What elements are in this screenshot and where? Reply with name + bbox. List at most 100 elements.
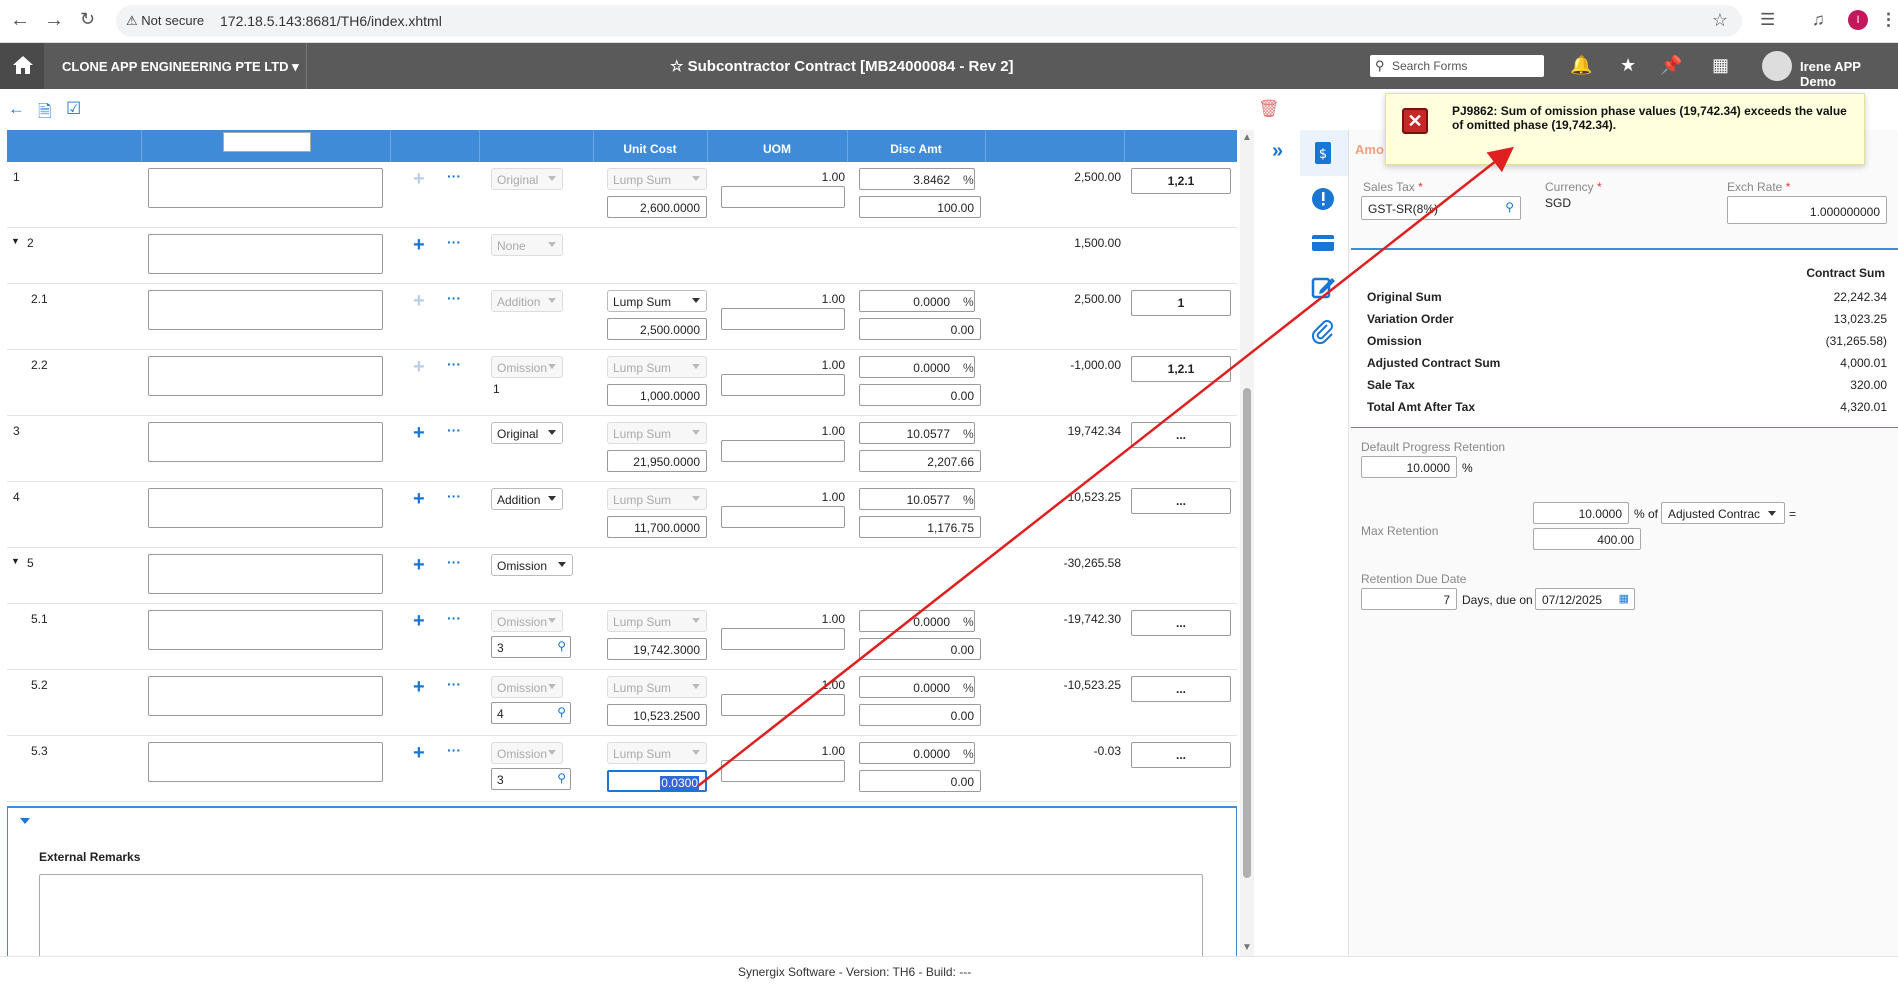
disc-pct-input[interactable]: 10.0577	[859, 422, 975, 444]
unit-cost-input[interactable]: 2,500.0000	[607, 318, 707, 340]
group-toggle-icon[interactable]: ▼	[11, 236, 20, 246]
media-icon[interactable]: ♫	[1812, 10, 1825, 30]
disc-amt-input[interactable]: 1,176.75	[859, 516, 981, 538]
disc-pct-input[interactable]: 0.0000	[859, 676, 975, 698]
col-disc-amt[interactable]: Disc Amt	[847, 142, 985, 156]
back-arrow-icon[interactable]: ←	[8, 99, 25, 119]
cost-type-select[interactable]: Lump Sum	[607, 290, 707, 312]
user-avatar[interactable]	[1762, 51, 1792, 81]
bell-icon[interactable]: 🔔	[1570, 55, 1592, 76]
phase-type-select[interactable]: Addition	[491, 290, 563, 312]
phase-ref-input[interactable]: 3 ⚲	[491, 636, 571, 658]
disc-pct-input[interactable]: 3.8462	[859, 168, 975, 190]
description-input[interactable]	[148, 168, 383, 208]
external-remarks-textarea[interactable]	[39, 874, 1203, 964]
scroll-thumb[interactable]	[1243, 388, 1251, 878]
phase-type-select[interactable]: Omission	[491, 356, 563, 378]
expand-panel-icon[interactable]: »	[1272, 140, 1283, 163]
phase-type-select[interactable]: Omission	[491, 554, 573, 576]
reference-button[interactable]: ...	[1131, 610, 1231, 636]
add-sub-item-icon[interactable]: +	[413, 488, 425, 511]
attachment-icon[interactable]	[1310, 318, 1336, 344]
bookmark-star-icon[interactable]: ☆	[1712, 10, 1728, 31]
delete-icon[interactable]: 🗑	[1258, 99, 1280, 119]
disc-pct-input[interactable]: 0.0000	[859, 356, 975, 378]
user-name[interactable]: Irene APP Demo	[1800, 59, 1898, 89]
pin-icon[interactable]: 📌	[1660, 55, 1682, 76]
max-retention-basis-select[interactable]: Adjusted Contrac	[1661, 502, 1785, 524]
description-input[interactable]	[148, 554, 383, 594]
description-input[interactable]	[148, 488, 383, 528]
more-options-icon[interactable]: ···	[447, 168, 461, 184]
description-input[interactable]	[148, 356, 383, 396]
search-forms-input[interactable]: ⚲ Search Forms	[1370, 55, 1544, 77]
uom-input[interactable]	[721, 506, 845, 528]
collapse-toggle-icon[interactable]	[20, 818, 30, 824]
edit-icon[interactable]	[1310, 274, 1336, 300]
more-options-icon[interactable]: ···	[447, 610, 461, 626]
reference-button[interactable]: ...	[1131, 488, 1231, 514]
alert-icon[interactable]	[1310, 186, 1336, 212]
add-sub-item-icon[interactable]: +	[413, 742, 425, 765]
add-sub-item-icon[interactable]: +	[413, 290, 425, 313]
reference-button[interactable]: 1,2.1	[1131, 356, 1231, 382]
cost-type-select[interactable]: Lump Sum	[607, 610, 707, 632]
disc-amt-input[interactable]: 100.00	[859, 196, 981, 218]
description-input[interactable]	[148, 676, 383, 716]
disc-pct-input[interactable]: 0.0000	[859, 290, 975, 312]
phase-type-select[interactable]: Original	[491, 168, 563, 190]
add-sub-item-icon[interactable]: +	[413, 234, 425, 257]
more-options-icon[interactable]: ···	[447, 422, 461, 438]
reference-button[interactable]: 1	[1131, 290, 1231, 316]
reference-button[interactable]: 1,2.1	[1131, 168, 1231, 194]
phase-type-select[interactable]: Original	[491, 422, 563, 444]
disc-amt-input[interactable]: 0.00	[859, 704, 981, 726]
reference-button[interactable]: ...	[1131, 676, 1231, 702]
phase-type-select[interactable]: Omission	[491, 610, 563, 632]
scroll-up-icon[interactable]: ▲	[1242, 132, 1252, 143]
uom-input[interactable]	[721, 694, 845, 716]
exch-rate-input[interactable]: 1.000000000	[1727, 196, 1887, 224]
add-sub-item-icon[interactable]: +	[413, 676, 425, 699]
menu-icon[interactable]: ⋮	[1880, 10, 1897, 30]
group-toggle-icon[interactable]: ▼	[11, 556, 20, 566]
more-options-icon[interactable]: ···	[447, 488, 461, 504]
more-options-icon[interactable]: ···	[447, 234, 461, 250]
more-options-icon[interactable]: ···	[447, 290, 461, 306]
unit-cost-input[interactable]: 2,600.0000	[607, 196, 707, 218]
phase-type-select[interactable]: Omission	[491, 742, 563, 764]
phase-type-select[interactable]: Addition	[491, 488, 563, 510]
cost-type-select[interactable]: Lump Sum	[607, 676, 707, 698]
unit-cost-input[interactable]: 11,700.0000	[607, 516, 707, 538]
add-sub-item-icon[interactable]: +	[413, 356, 425, 379]
col-uom[interactable]: UOM	[707, 142, 847, 156]
description-input[interactable]	[148, 422, 383, 462]
reload-icon[interactable]: ↻	[80, 9, 95, 30]
translate-icon[interactable]: ☰	[1760, 10, 1775, 30]
disc-pct-input[interactable]: 10.0577	[859, 488, 975, 510]
phase-type-select[interactable]: Omission	[491, 676, 563, 698]
description-input[interactable]	[148, 234, 383, 274]
more-options-icon[interactable]: ···	[447, 356, 461, 372]
disc-amt-input[interactable]: 0.00	[859, 384, 981, 406]
unit-cost-input[interactable]: 19,742.3000	[607, 638, 707, 660]
cost-type-select[interactable]: Lump Sum	[607, 356, 707, 378]
description-input[interactable]	[148, 290, 383, 330]
retention-due-date-input[interactable]: 07/12/2025 ▦	[1535, 588, 1635, 610]
cost-type-select[interactable]: Lump Sum	[607, 168, 707, 190]
chart-icon[interactable]: ▦	[1712, 55, 1729, 76]
unit-cost-input[interactable]: 10,523.2500	[607, 704, 707, 726]
disc-amt-input[interactable]: 2,207.66	[859, 450, 981, 472]
header-filter-box[interactable]	[223, 132, 311, 152]
scroll-down-icon[interactable]: ▼	[1242, 942, 1252, 953]
disc-pct-input[interactable]: 0.0000	[859, 742, 975, 764]
default-retention-input[interactable]: 10.0000	[1361, 456, 1457, 478]
phase-type-select[interactable]: None	[491, 234, 563, 256]
amount-tab-icon[interactable]: $	[1310, 140, 1336, 166]
profile-avatar[interactable]: I	[1848, 10, 1868, 30]
uom-input[interactable]	[721, 760, 845, 782]
phase-ref-input[interactable]: 3 ⚲	[491, 768, 571, 790]
grid-scrollbar[interactable]: ▲ ▼	[1240, 130, 1254, 956]
cost-type-select[interactable]: Lump Sum	[607, 488, 707, 510]
more-options-icon[interactable]: ···	[447, 676, 461, 692]
